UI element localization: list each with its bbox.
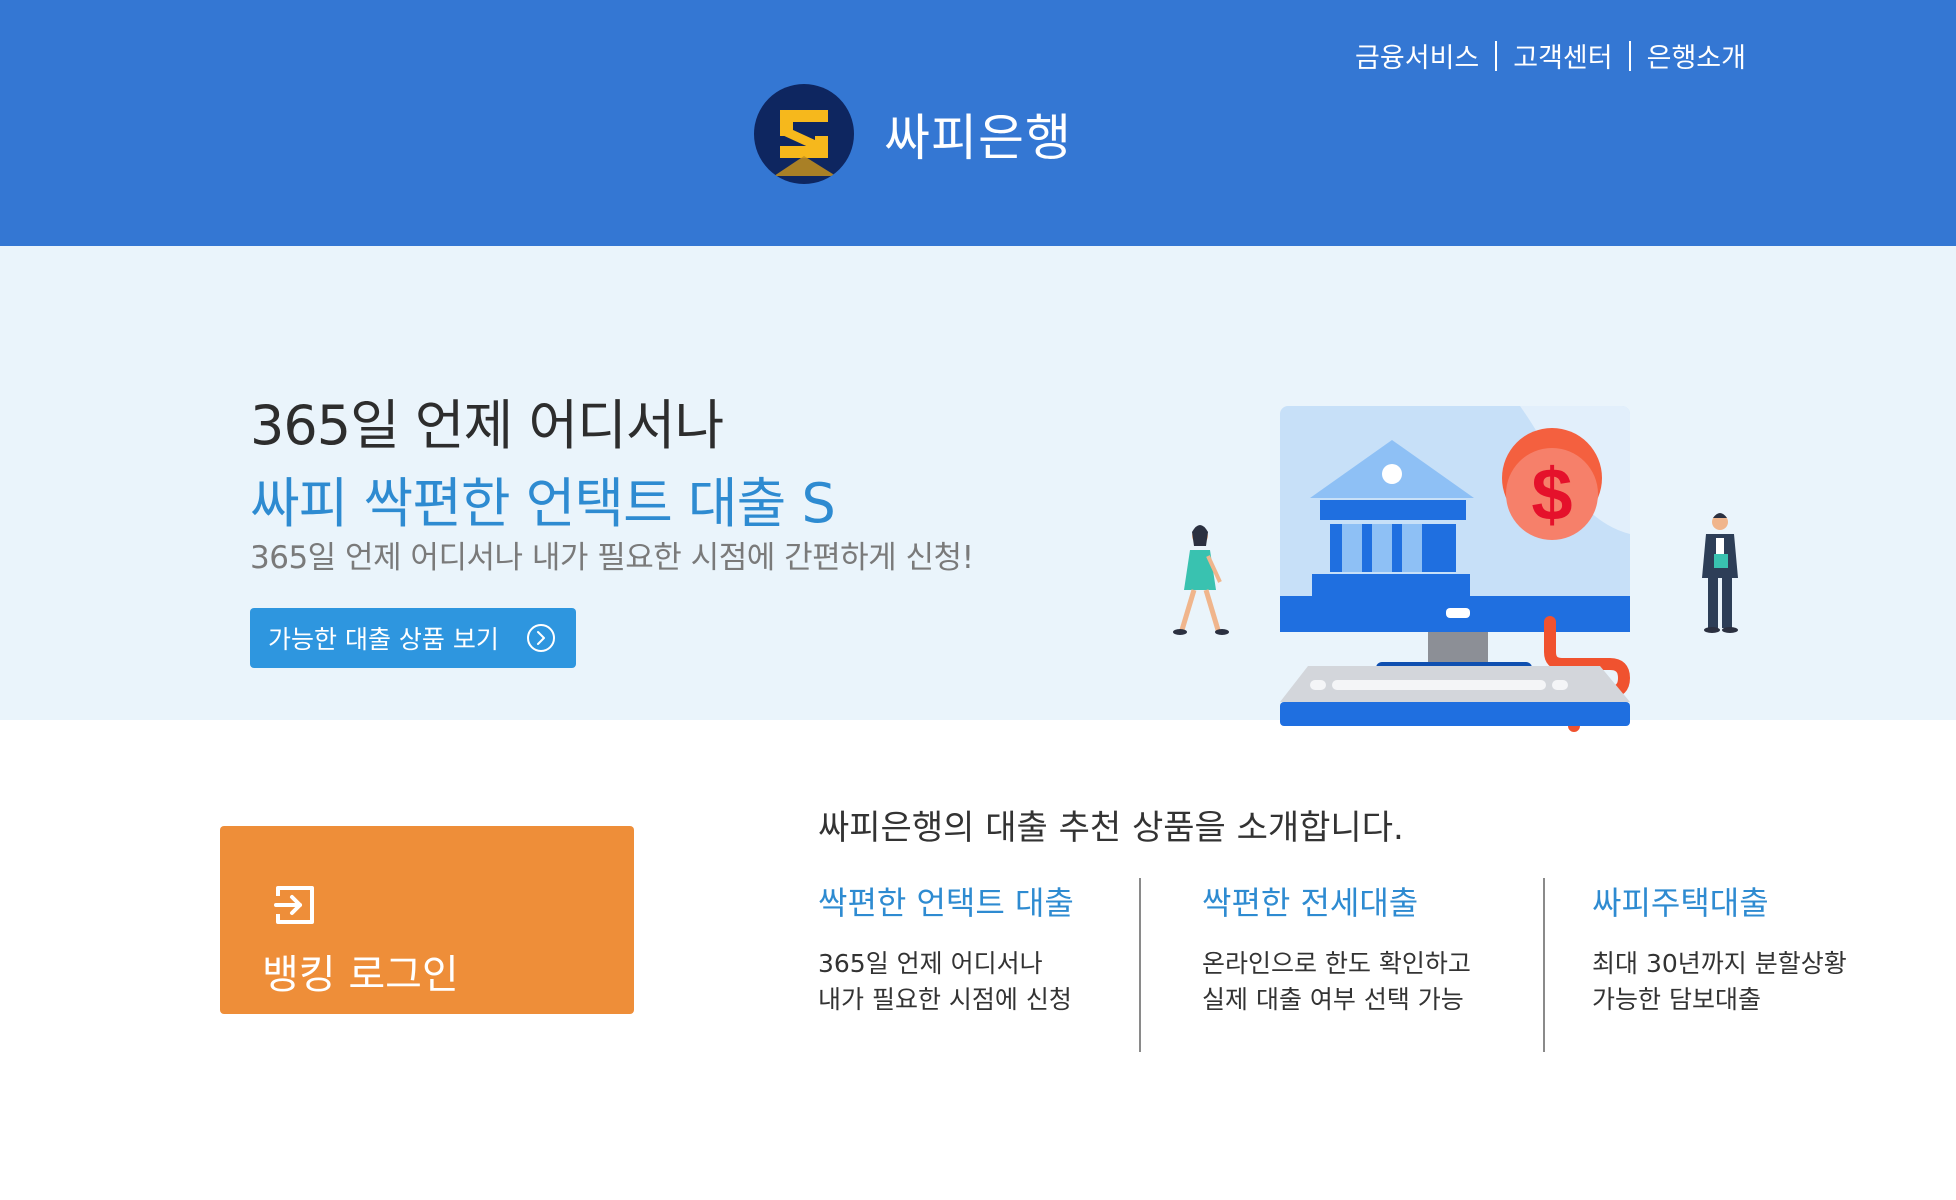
product-divider [1543, 878, 1545, 1052]
hero-banner: 365일 언제 어디서나 싸피 싹편한 언택트 대출 S 365일 언제 어디서… [0, 246, 1956, 732]
view-loan-products-label: 가능한 대출 상품 보기 [268, 625, 499, 654]
svg-text:$: $ [1531, 453, 1572, 536]
dollar-coin-icon: $ [1502, 428, 1602, 540]
nav-separator [1495, 40, 1498, 71]
brand-home-link[interactable]: 싸피은행 [754, 84, 1072, 184]
product-desc-line: 가능한 담보대출 [1592, 985, 1761, 1014]
brand-name: 싸피은행 [884, 109, 1072, 167]
woman-figure [1173, 525, 1229, 635]
product-jeonse-loan[interactable]: 싹편한 전세대출 온라인으로 한도 확인하고 실제 대출 여부 선택 가능 [1202, 878, 1471, 1018]
product-desc-line: 온라인으로 한도 확인하고 [1202, 949, 1471, 978]
keyboard-graphic [1280, 666, 1630, 726]
hero-title: 365일 언제 어디서나 [250, 394, 724, 457]
businessman-figure [1702, 513, 1738, 633]
hero-description: 365일 언제 어디서나 내가 필요한 시점에 간편하게 신청! [250, 540, 974, 576]
online-banking-illustration: $ [1173, 406, 1738, 732]
nav-customer-center[interactable]: 고객센터 [1513, 36, 1612, 75]
nav-separator [1628, 40, 1631, 71]
product-name: 싹편한 언택트 대출 [818, 884, 1074, 922]
banking-login-button[interactable]: 뱅킹 로그인 [220, 826, 634, 1014]
product-desc-line: 내가 필요한 시점에 신청 [818, 985, 1072, 1014]
top-nav: 금융서비스 고객센터 은행소개 [1355, 36, 1746, 75]
product-desc-line: 최대 30년까지 분할상황 [1592, 949, 1847, 978]
nav-financial-services[interactable]: 금융서비스 [1355, 36, 1479, 75]
recommend-section-title: 싸피은행의 대출 추천 상품을 소개합니다. [818, 808, 1404, 848]
product-untact-loan[interactable]: 싹편한 언택트 대출 365일 언제 어디서나 내가 필요한 시점에 신청 [818, 878, 1074, 1018]
sign-in-icon [274, 886, 314, 924]
product-desc-line: 365일 언제 어디서나 [818, 949, 1043, 978]
product-housing-loan[interactable]: 싸피주택대출 최대 30년까지 분할상황 가능한 담보대출 [1592, 878, 1847, 1018]
nav-about-bank[interactable]: 은행소개 [1647, 36, 1746, 75]
chevron-right-circle-icon [527, 624, 555, 652]
product-name: 싹편한 전세대출 [1202, 884, 1419, 922]
product-name: 싸피주택대출 [1592, 884, 1769, 922]
product-divider [1139, 878, 1141, 1052]
site-header: 금융서비스 고객센터 은행소개 싸피은행 [0, 0, 1956, 246]
product-desc-line: 실제 대출 여부 선택 가능 [1202, 985, 1464, 1014]
banking-login-label: 뱅킹 로그인 [262, 952, 459, 998]
hero-subtitle: 싸피 싹편한 언택트 대출 S [250, 472, 836, 535]
view-loan-products-button[interactable]: 가능한 대출 상품 보기 [250, 608, 576, 668]
recommend-product-list: 싹편한 언택트 대출 365일 언제 어디서나 내가 필요한 시점에 신청 싹편… [818, 878, 1858, 1052]
bank-s-logo-icon [754, 84, 854, 184]
